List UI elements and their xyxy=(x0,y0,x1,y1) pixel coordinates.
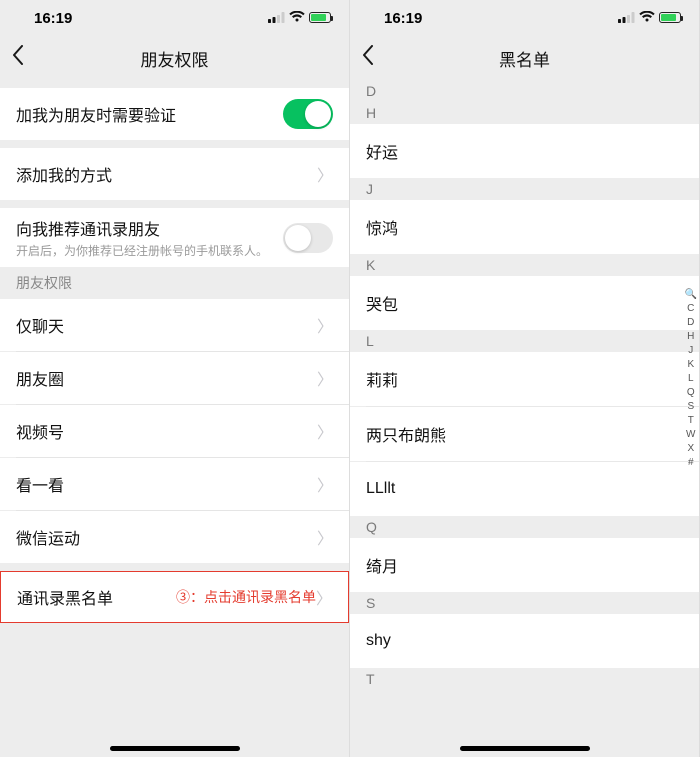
page-title: 黑名单 xyxy=(499,46,550,71)
recommend-toggle[interactable] xyxy=(283,223,333,253)
contact-row[interactable]: 绮月 xyxy=(350,538,699,592)
contact-row[interactable]: LLllt xyxy=(350,462,699,516)
blocklist-row[interactable]: 通讯录黑名单 ③：点击通讯录黑名单 〉 xyxy=(0,571,349,623)
spacer xyxy=(0,563,349,571)
status-time: 16:19 xyxy=(368,10,618,27)
contact-row[interactable]: 哭包 xyxy=(350,276,699,330)
index-letter[interactable]: K xyxy=(687,358,694,372)
index-letter[interactable]: D xyxy=(687,316,694,330)
chevron-right-icon: 〉 xyxy=(317,525,333,549)
back-icon[interactable] xyxy=(362,45,374,71)
row-label: 看一看 xyxy=(16,472,317,496)
status-bar: 16:19 xyxy=(350,0,699,36)
chat-only-row[interactable]: 仅聊天 〉 xyxy=(0,299,349,351)
letter-header: Q xyxy=(350,516,699,538)
row-label: 朋友圈 xyxy=(16,366,317,390)
chevron-right-icon: 〉 xyxy=(317,419,333,443)
spacer xyxy=(0,80,349,88)
status-time: 16:19 xyxy=(18,10,268,27)
contact-row[interactable]: 好运 xyxy=(350,124,699,178)
chevron-right-icon: 〉 xyxy=(316,585,332,609)
index-letter[interactable]: J xyxy=(688,344,693,358)
annotation-text: ③：点击通讯录黑名单 xyxy=(176,587,316,607)
battery-icon xyxy=(659,10,681,27)
contact-row[interactable]: 惊鸿 xyxy=(350,200,699,254)
index-letter[interactable]: 🔍 xyxy=(685,288,697,302)
index-letter[interactable]: Q xyxy=(687,386,695,400)
letter-header: H xyxy=(350,102,699,124)
letter-header: L xyxy=(350,330,699,352)
row-sublabel: 开启后，为你推荐已经注册帐号的手机联系人。 xyxy=(16,242,268,259)
row-label: 通讯录黑名单 xyxy=(17,585,176,609)
signal-icon xyxy=(268,10,285,27)
row-label: 仅聊天 xyxy=(16,313,317,337)
row-label: 视频号 xyxy=(16,419,317,443)
alphabet-index[interactable]: 🔍CDHJKLQSTWX# xyxy=(685,288,697,470)
status-icons xyxy=(618,10,681,27)
add-method-row[interactable]: 添加我的方式 〉 xyxy=(0,148,349,200)
page-title: 朋友权限 xyxy=(141,46,209,71)
chevron-right-icon: 〉 xyxy=(317,162,333,186)
row-label: 添加我的方式 xyxy=(16,162,317,186)
back-icon[interactable] xyxy=(12,45,24,71)
verify-toggle[interactable] xyxy=(283,99,333,129)
contact-row[interactable]: shy xyxy=(350,614,699,668)
chevron-right-icon: 〉 xyxy=(317,366,333,390)
wifi-icon xyxy=(639,10,655,27)
nav-bar: 黑名单 xyxy=(350,36,699,80)
index-letter[interactable]: H xyxy=(687,330,694,344)
contact-row[interactable]: 莉莉 xyxy=(350,352,699,406)
werun-row[interactable]: 微信运动 〉 xyxy=(0,511,349,563)
top-stories-row[interactable]: 看一看 〉 xyxy=(0,458,349,510)
index-letter[interactable]: X xyxy=(687,442,694,456)
index-letter[interactable]: T xyxy=(688,414,694,428)
index-letter[interactable]: S xyxy=(687,400,694,414)
row-label: 微信运动 xyxy=(16,525,317,549)
moments-row[interactable]: 朋友圈 〉 xyxy=(0,352,349,404)
letter-header: K xyxy=(350,254,699,276)
contacts-list[interactable]: DH好运J惊鸿K哭包L莉莉两只布朗熊LLlltQ绮月SshyT xyxy=(350,80,699,757)
letter-header: J xyxy=(350,178,699,200)
wifi-icon xyxy=(289,10,305,27)
row-label: 向我推荐通讯录朋友 xyxy=(16,216,160,240)
chevron-right-icon: 〉 xyxy=(317,472,333,496)
recommend-contacts-row[interactable]: 向我推荐通讯录朋友 开启后，为你推荐已经注册帐号的手机联系人。 xyxy=(0,208,349,267)
row-label: 加我为朋友时需要验证 xyxy=(16,102,283,126)
battery-icon xyxy=(309,10,331,27)
home-indicator[interactable] xyxy=(460,746,590,751)
index-letter[interactable]: C xyxy=(687,302,694,316)
spacer xyxy=(0,140,349,148)
left-screen: 16:19 朋友权限 加我为朋友时需要验证 添加我的 xyxy=(0,0,350,757)
home-indicator[interactable] xyxy=(110,746,240,751)
settings-list: 加我为朋友时需要验证 添加我的方式 〉 向我推荐通讯录朋友 开启后，为你推荐已经… xyxy=(0,80,349,757)
spacer xyxy=(0,200,349,208)
status-bar: 16:19 xyxy=(0,0,349,36)
index-letter[interactable]: W xyxy=(686,428,695,442)
nav-bar: 朋友权限 xyxy=(0,36,349,80)
letter-header: T xyxy=(350,668,699,690)
signal-icon xyxy=(618,10,635,27)
channels-row[interactable]: 视频号 〉 xyxy=(0,405,349,457)
letter-header: S xyxy=(350,592,699,614)
right-screen: 16:19 黑名单 DH好运J惊鸿K哭包L莉莉两只布朗熊LLlltQ绮月Sshy… xyxy=(350,0,700,757)
letter-header: D xyxy=(350,80,699,102)
status-icons xyxy=(268,10,331,27)
contact-row[interactable]: 两只布朗熊 xyxy=(350,407,699,461)
verify-friend-request-row[interactable]: 加我为朋友时需要验证 xyxy=(0,88,349,140)
index-letter[interactable]: # xyxy=(688,456,694,470)
index-letter[interactable]: L xyxy=(688,372,694,386)
chevron-right-icon: 〉 xyxy=(317,313,333,337)
section-header: 朋友权限 xyxy=(0,267,349,299)
